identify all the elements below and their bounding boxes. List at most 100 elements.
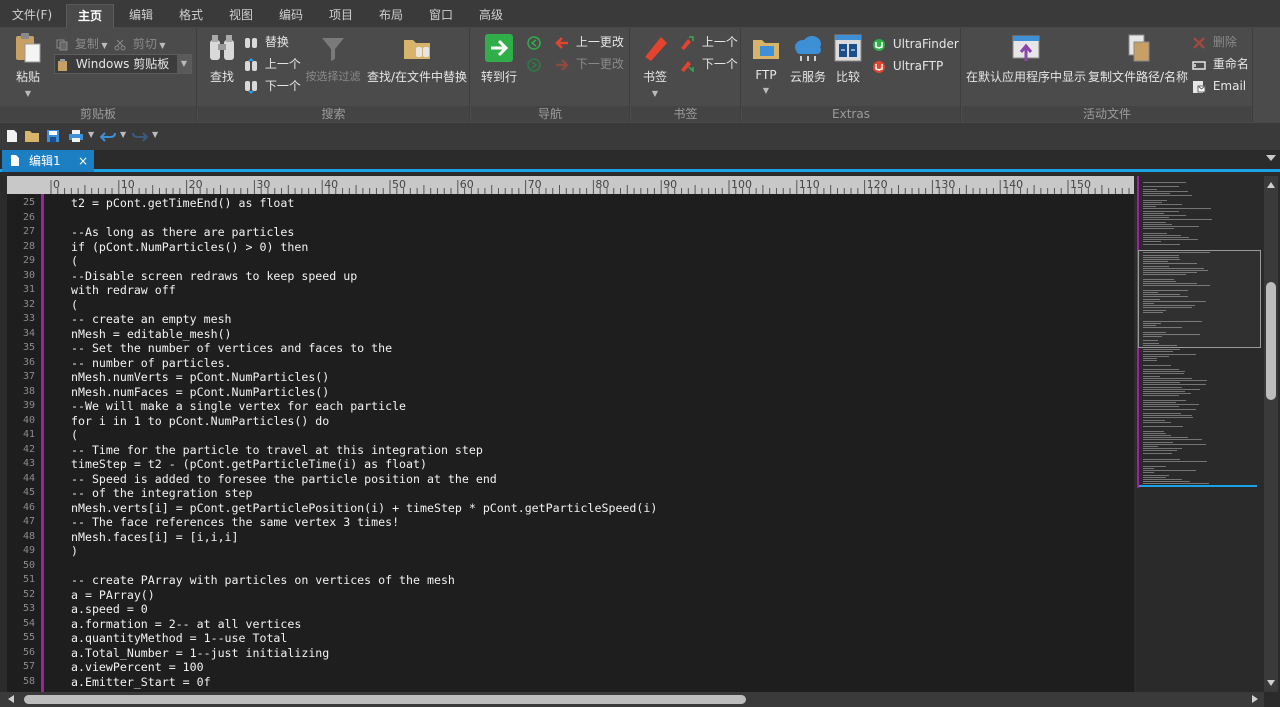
column-ruler: 010203040506070809010011012013014015016: [7, 176, 1134, 194]
cut-label: 剪切: [132, 37, 157, 51]
code-line[interactable]: a.Emitter_Start = 0f: [71, 675, 211, 689]
code-line[interactable]: -- Time for the particle to travel at th…: [71, 443, 483, 457]
bookmark-button[interactable]: 书签 ▼: [637, 32, 673, 99]
menu-tab-window[interactable]: 窗口: [418, 4, 464, 28]
tab-list-dropdown-icon[interactable]: [1266, 155, 1276, 161]
chevron-down-icon[interactable]: ▼: [120, 130, 126, 139]
code-line[interactable]: (: [71, 428, 78, 442]
scroll-down-icon[interactable]: [1267, 680, 1275, 686]
code-line[interactable]: with redraw off: [71, 283, 176, 297]
minimap-line: [1143, 193, 1170, 194]
ultraftp-button[interactable]: UltraFTP: [872, 56, 943, 76]
code-line[interactable]: if (pCont.NumParticles() > 0) then: [71, 240, 308, 254]
chevron-down-icon[interactable]: ▼: [152, 130, 158, 139]
find-next-button[interactable]: 下一个: [244, 76, 301, 96]
menu-tab-advanced[interactable]: 高级: [468, 4, 514, 28]
new-file-icon[interactable]: [6, 129, 18, 143]
fold-indicator-bar[interactable]: [41, 194, 44, 692]
menu-tab-view[interactable]: 视图: [218, 4, 264, 28]
delete-button[interactable]: 删除: [1192, 32, 1237, 52]
scroll-right-icon[interactable]: [1252, 695, 1258, 703]
cut-button[interactable]: 剪切 ▼: [114, 34, 166, 54]
code-line[interactable]: a.quantityMethod = 1--use Total: [71, 631, 287, 645]
code-line[interactable]: (: [71, 254, 78, 268]
code-line[interactable]: a.Total_Number = 1--just initializing: [71, 646, 329, 660]
clipboard-select[interactable]: Windows 剪贴板 ▼: [54, 54, 192, 74]
code-line[interactable]: a.speed = 0: [71, 602, 148, 616]
email-button[interactable]: Email: [1192, 76, 1246, 96]
chevron-down-icon[interactable]: ▼: [88, 130, 94, 139]
code-line[interactable]: nMesh.numFaces = pCont.NumParticles(): [71, 385, 329, 399]
filter-selection-button[interactable]: 按选择过滤: [302, 32, 364, 84]
code-line[interactable]: -- create an empty mesh: [71, 312, 232, 326]
code-line[interactable]: for i in 1 to pCont.NumParticles() do: [71, 414, 329, 428]
horizontal-scrollbar[interactable]: [0, 692, 1264, 707]
code-line[interactable]: --We will make a single vertex for each …: [71, 399, 406, 413]
menu-tab-encoding[interactable]: 编码: [268, 4, 314, 28]
scroll-up-icon[interactable]: [1267, 182, 1275, 188]
ftp-button[interactable]: FTP ▼: [748, 32, 784, 96]
doc-tab-edit1[interactable]: 编辑1 ×: [2, 150, 94, 172]
code-line[interactable]: nMesh = editable_mesh(): [71, 327, 232, 341]
find-in-files-button[interactable]: 查找/在文件中替换: [366, 32, 468, 85]
code-line[interactable]: -- create PArray with particles on verti…: [71, 573, 455, 587]
show-in-default-app-button[interactable]: 在默认应用程序中显示: [966, 32, 1086, 85]
find-button[interactable]: 查找: [204, 32, 240, 85]
code-line[interactable]: -- Speed is added to foresee the particl…: [71, 472, 497, 486]
code-area[interactable]: t2 = pCont.getTimeEnd() as float --As lon…: [49, 194, 1134, 692]
next-bookmark-button[interactable]: 下一个: [679, 54, 738, 74]
compare-button[interactable]: 比较: [832, 32, 864, 85]
scroll-left-icon[interactable]: [8, 695, 14, 703]
menu-tab-file[interactable]: 文件(F): [4, 4, 60, 28]
rename-button[interactable]: 重命名: [1192, 54, 1249, 74]
code-line[interactable]: a = PArray(): [71, 588, 155, 602]
open-folder-icon[interactable]: [24, 129, 40, 143]
copy-button[interactable]: 复制 ▼: [56, 34, 108, 54]
editor-pane[interactable]: 010203040506070809010011012013014015016 …: [7, 176, 1134, 692]
print-icon[interactable]: [68, 129, 84, 143]
minimap-viewport[interactable]: [1138, 250, 1261, 348]
find-prev-button[interactable]: 上一个: [244, 54, 301, 74]
cloud-services-button[interactable]: 云服务: [788, 32, 828, 85]
code-line[interactable]: nMesh.numVerts = pCont.NumParticles(): [71, 370, 329, 384]
code-line[interactable]: timeStep = t2 - (pCont.getParticleTime(i…: [71, 457, 427, 471]
chevron-down-icon[interactable]: ▼: [177, 55, 191, 73]
code-line[interactable]: -- The face references the same vertex 3…: [71, 515, 399, 529]
active-file-group: 在默认应用程序中显示 复制文件路径/名称 删除 重命名 Email 活动文件: [962, 28, 1253, 124]
undo-icon[interactable]: [100, 129, 116, 143]
nav-back-icon[interactable]: [527, 36, 541, 50]
code-line[interactable]: --As long as there are particles: [71, 225, 294, 239]
code-line[interactable]: (: [71, 298, 78, 312]
code-line[interactable]: -- number of particles.: [71, 356, 232, 370]
next-change-button[interactable]: 下一更改: [555, 54, 624, 74]
code-line[interactable]: a.viewPercent = 100: [71, 660, 204, 674]
minimap[interactable]: [1137, 176, 1263, 692]
code-line[interactable]: nMesh.faces[i] = [i,i,i]: [71, 530, 239, 544]
goto-line-button[interactable]: 转到行: [477, 32, 521, 85]
menu-tab-layout[interactable]: 布局: [368, 4, 414, 28]
save-icon[interactable]: [46, 129, 60, 143]
menu-tab-edit[interactable]: 编辑: [118, 4, 164, 28]
paste-button[interactable]: 粘贴 ▼: [8, 32, 48, 99]
prev-change-button[interactable]: 上一更改: [555, 32, 624, 52]
code-line[interactable]: --Disable screen redraws to keep speed u…: [71, 269, 357, 283]
menu-tab-home[interactable]: 主页: [66, 4, 114, 28]
code-line[interactable]: a.formation = 2-- at all vertices: [71, 617, 301, 631]
vertical-scrollbar[interactable]: [1264, 176, 1278, 692]
code-line[interactable]: -- of the integration step: [71, 486, 252, 500]
prev-bookmark-button[interactable]: 上一个: [679, 32, 738, 52]
ultrafinder-button[interactable]: UltraFinder: [872, 34, 959, 54]
close-icon[interactable]: ×: [78, 150, 88, 172]
nav-forward-icon[interactable]: [527, 58, 541, 72]
redo-icon[interactable]: [132, 129, 148, 143]
menu-tab-format[interactable]: 格式: [168, 4, 214, 28]
code-line[interactable]: -- Set the number of vertices and faces …: [71, 341, 392, 355]
code-line[interactable]: nMesh.verts[i] = pCont.getParticlePositi…: [71, 501, 657, 515]
vertical-scroll-thumb[interactable]: [1266, 282, 1276, 400]
copy-file-path-button[interactable]: 复制文件路径/名称: [1088, 32, 1188, 85]
replace-button[interactable]: 替换: [244, 32, 289, 52]
horizontal-scroll-thumb[interactable]: [24, 695, 746, 704]
menu-tab-project[interactable]: 项目: [318, 4, 364, 28]
code-line[interactable]: t2 = pCont.getTimeEnd() as float: [71, 196, 294, 210]
code-line[interactable]: ): [71, 544, 78, 558]
